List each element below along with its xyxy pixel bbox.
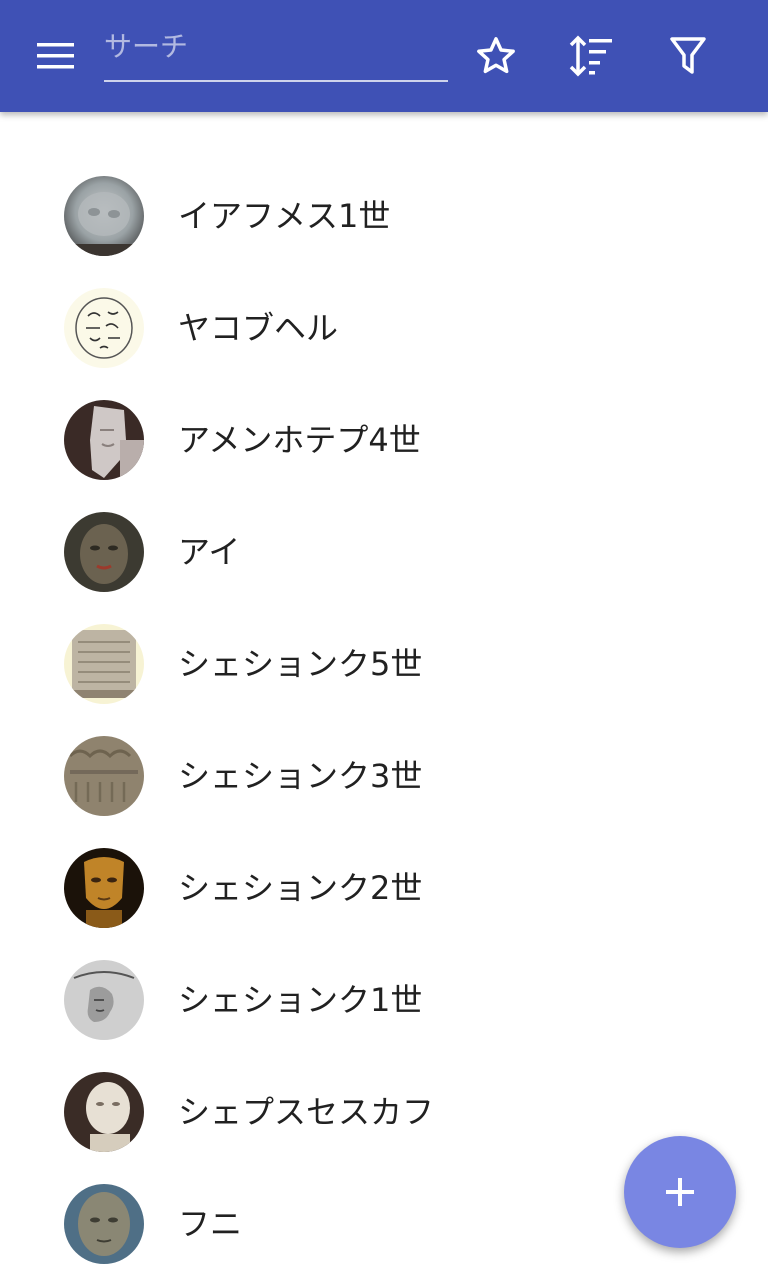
item-label: アメンホテプ4世 xyxy=(178,421,421,459)
inscribed-stele-avatar xyxy=(64,624,144,704)
search-field xyxy=(104,20,448,82)
pharaoh-list: イアフメス1世 ヤコブヘル アメンホテプ4世 アイ シェションク5世 シェション… xyxy=(0,160,768,1280)
list-item[interactable]: シェションク1世 xyxy=(0,944,768,1056)
relief-profile-drawing-avatar xyxy=(64,960,144,1040)
item-label: シェションク1世 xyxy=(178,981,423,1019)
akhenaten-statue-avatar xyxy=(64,400,144,480)
item-label: アイ xyxy=(178,533,241,571)
list-item[interactable]: アメンホテプ4世 xyxy=(0,384,768,496)
item-label: シェプスセスカフ xyxy=(178,1093,435,1131)
sort-button[interactable] xyxy=(563,28,619,84)
item-label: イアフメス1世 xyxy=(178,197,391,235)
stone-head-portrait-avatar xyxy=(64,176,144,256)
list-item[interactable]: シェションク3世 xyxy=(0,720,768,832)
item-label: シェションク3世 xyxy=(178,757,423,795)
app-screen: イアフメス1世 ヤコブヘル アメンホテプ4世 xyxy=(0,0,768,1280)
list-item[interactable]: イアフメス1世 xyxy=(0,160,768,272)
menu-button[interactable] xyxy=(22,30,90,82)
add-button[interactable] xyxy=(624,1136,736,1248)
list-item[interactable]: シェションク5世 xyxy=(0,608,768,720)
granite-head-avatar xyxy=(64,1184,144,1264)
sort-icon xyxy=(569,35,612,77)
star-outline-icon xyxy=(477,37,515,74)
scarab-seal-inscription-avatar xyxy=(64,288,144,368)
golden-mask-avatar xyxy=(64,848,144,928)
item-label: ヤコブヘル xyxy=(178,309,339,347)
favorites-button[interactable] xyxy=(468,28,524,84)
relief-carving-avatar xyxy=(64,736,144,816)
filter-icon xyxy=(670,37,706,74)
menu-icon xyxy=(37,43,74,69)
list-item[interactable]: シェションク2世 xyxy=(0,832,768,944)
item-label: フニ xyxy=(178,1205,243,1243)
filter-button[interactable] xyxy=(660,28,716,84)
item-label: シェションク5世 xyxy=(178,645,423,683)
item-label: シェションク2世 xyxy=(178,869,423,907)
toolbar xyxy=(0,0,768,112)
alabaster-head-avatar xyxy=(64,1072,144,1152)
list-item[interactable]: ヤコブヘル xyxy=(0,272,768,384)
search-input[interactable] xyxy=(104,20,448,78)
stone-face-bust-avatar xyxy=(64,512,144,592)
list-item[interactable]: アイ xyxy=(0,496,768,608)
plus-icon xyxy=(666,1178,694,1206)
